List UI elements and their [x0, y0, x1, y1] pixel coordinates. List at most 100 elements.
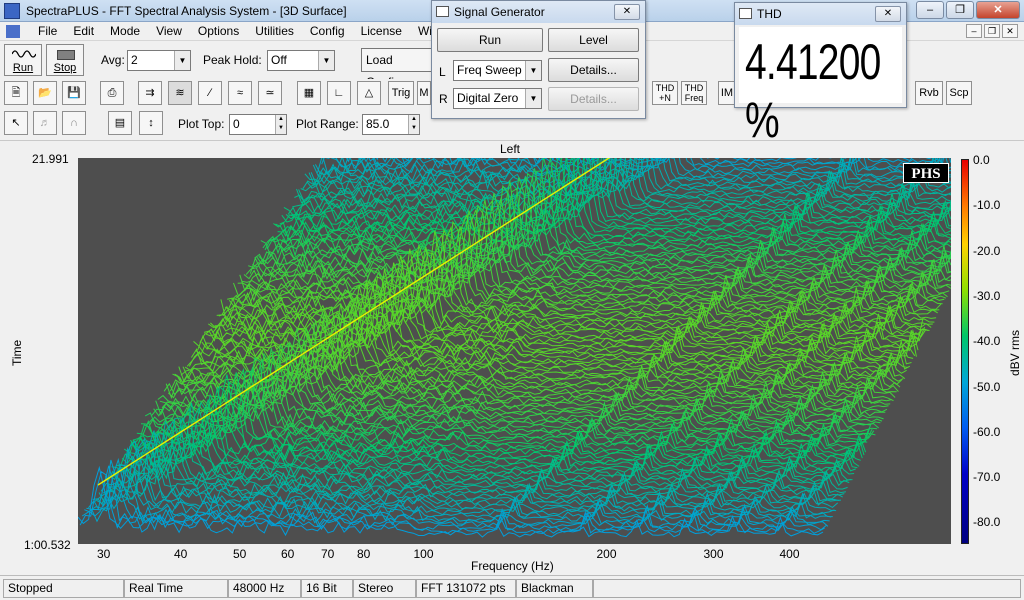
status-channels: Stereo — [353, 579, 416, 598]
chevron-down-icon: ▼ — [318, 51, 334, 70]
sg-right-details-button: Details... — [548, 87, 639, 111]
x-tick-label: 30 — [97, 547, 111, 561]
menu-license[interactable]: License — [353, 24, 410, 39]
thd-title-bar[interactable]: THD ✕ — [735, 3, 906, 25]
axis-icon[interactable]: ∟ — [327, 81, 351, 105]
spectrum-view-icon[interactable]: ≋ — [168, 81, 192, 105]
document-icon[interactable] — [6, 25, 20, 38]
status-bar: Stopped Real Time 48000 Hz 16 Bit Stereo… — [0, 575, 1024, 600]
plot-area[interactable]: Left PHS 21.991 1:00.532 Time 30 40 50 60 70… — [0, 141, 1024, 575]
mdi-restore-button[interactable]: ❐ — [984, 24, 1000, 38]
avg-select[interactable]: 2 ▼ — [127, 50, 191, 71]
sg-level-button[interactable]: Level — [548, 28, 639, 52]
sg-left-waveform-select[interactable]: Freq Sweep ▼ — [453, 60, 542, 81]
rvb-button[interactable]: Rvb — [915, 81, 943, 105]
signal-generator-title-bar[interactable]: Signal Generator ✕ — [432, 1, 645, 23]
status-fft: FFT 131072 pts — [416, 579, 516, 598]
speaker-icon[interactable]: ♬ — [33, 111, 57, 135]
sg-run-button[interactable]: Run — [437, 28, 543, 52]
menu-view[interactable]: View — [148, 24, 190, 39]
minimize-icon: – — [926, 4, 934, 16]
sg-right-label: R — [439, 92, 448, 106]
open-folder-icon[interactable]: 📂 — [33, 81, 57, 105]
x-tick-label: 50 — [233, 547, 247, 561]
color-scale-title: dBV rms — [1008, 329, 1022, 376]
chevron-down-icon: ▼ — [174, 51, 190, 70]
save-icon[interactable]: 💾 — [62, 81, 86, 105]
menu-config[interactable]: Config — [302, 24, 353, 39]
panel-icon[interactable]: ▤ — [108, 111, 132, 135]
plot-range-label: Plot Range: — [296, 117, 359, 131]
peak-hold-label: Peak Hold: — [203, 53, 262, 67]
menu-options[interactable]: Options — [190, 24, 247, 39]
print-icon[interactable]: ⎙ — [100, 81, 124, 105]
restore-button[interactable]: ❐ — [946, 1, 974, 19]
close-icon: ✕ — [883, 8, 893, 19]
close-button[interactable]: ✕ — [976, 1, 1020, 19]
x-tick-label: 300 — [703, 547, 724, 561]
mdi-minimize-button[interactable]: – — [966, 24, 982, 38]
peak-icon[interactable]: ∩ — [62, 111, 86, 135]
color-scale-tick-label: -20.0 — [973, 243, 1001, 258]
thd-n-button[interactable]: THD +N — [652, 81, 678, 105]
y-axis-top-label: 21.991 — [32, 152, 69, 166]
scp-button[interactable]: Scp — [946, 81, 972, 105]
spectrum-trace-line — [227, 225, 940, 314]
x-tick-label: 40 — [174, 547, 188, 561]
signal-generator-close-button[interactable]: ✕ — [614, 4, 640, 20]
plot-range-input[interactable]: 85.0 ▲ ▼ — [362, 114, 420, 135]
status-window: Blackman — [516, 579, 593, 598]
spectrum-trace-line — [90, 447, 833, 519]
filter-icon[interactable]: △ — [357, 81, 381, 105]
stop-button[interactable]: Stop — [46, 44, 84, 76]
thd-freq-button[interactable]: THD Freq — [681, 81, 707, 105]
restore-icon: ❐ — [955, 4, 965, 16]
table-icon[interactable]: ▦ — [297, 81, 321, 105]
menu-edit[interactable]: Edit — [65, 24, 102, 39]
channel-label: Left — [500, 142, 521, 156]
close-icon: ✕ — [993, 4, 1003, 16]
sine-wave-icon — [12, 50, 36, 58]
waterfall-icon[interactable]: ≈ — [228, 81, 252, 105]
new-file-icon[interactable]: 🗎 — [4, 81, 28, 105]
color-scale-tick-label: -40.0 — [973, 334, 1001, 349]
3d-surface-icon[interactable]: ≃ — [258, 81, 282, 105]
3d-surface-plot[interactable] — [78, 158, 951, 544]
spinner-arrows-icon[interactable]: ▲ ▼ — [275, 115, 286, 134]
thd-close-button[interactable]: ✕ — [875, 6, 901, 22]
signal-generator-dialog: Signal Generator ✕ Run Level L Freq Swee… — [431, 0, 646, 119]
m-button[interactable]: M — [417, 81, 431, 105]
sg-right-waveform-select[interactable]: Digital Zero ▼ — [453, 88, 542, 109]
multi-arrow-icon[interactable]: ⇉ — [138, 81, 162, 105]
spinner-arrows-icon[interactable]: ▲ ▼ — [408, 115, 419, 134]
menu-file[interactable]: File — [30, 24, 65, 39]
pointer-icon[interactable]: ↖ — [4, 111, 28, 135]
mdi-close-button[interactable]: ✕ — [1002, 24, 1018, 38]
app-icon[interactable] — [4, 3, 20, 19]
x-tick-label: 200 — [596, 547, 617, 561]
status-extra — [593, 579, 1021, 598]
trig-button[interactable]: Trig — [388, 81, 414, 105]
status-sample-rate: 48000 Hz — [228, 579, 301, 598]
avg-label: Avg: — [101, 53, 125, 67]
menu-utilities[interactable]: Utilities — [247, 24, 302, 39]
vertical-scale-icon[interactable]: ↕ — [139, 111, 163, 135]
color-scale-tick-label: -80.0 — [973, 515, 1001, 530]
x-axis-title: Frequency (Hz) — [471, 559, 554, 573]
line-view-icon[interactable]: ∕ — [198, 81, 222, 105]
sg-left-details-button[interactable]: Details... — [548, 58, 639, 82]
minimize-button[interactable]: – — [916, 1, 944, 19]
plot-top-input[interactable]: 0 ▲ ▼ — [229, 114, 287, 135]
x-tick-label: 70 — [321, 547, 335, 561]
color-scale-tick-label: -50.0 — [973, 379, 1001, 394]
status-bits: 16 Bit — [301, 579, 353, 598]
menu-mode[interactable]: Mode — [102, 24, 148, 39]
color-scale-tick-label: -60.0 — [973, 424, 1001, 439]
run-button[interactable]: Run — [4, 44, 42, 76]
y-axis-title: Time — [10, 339, 24, 366]
peak-hold-select[interactable]: Off ▼ — [267, 50, 335, 71]
load-config-button[interactable]: Load Config — [361, 48, 433, 89]
x-tick-label: 400 — [779, 547, 800, 561]
x-tick-label: 60 — [281, 547, 295, 561]
status-state: Stopped — [3, 579, 124, 598]
